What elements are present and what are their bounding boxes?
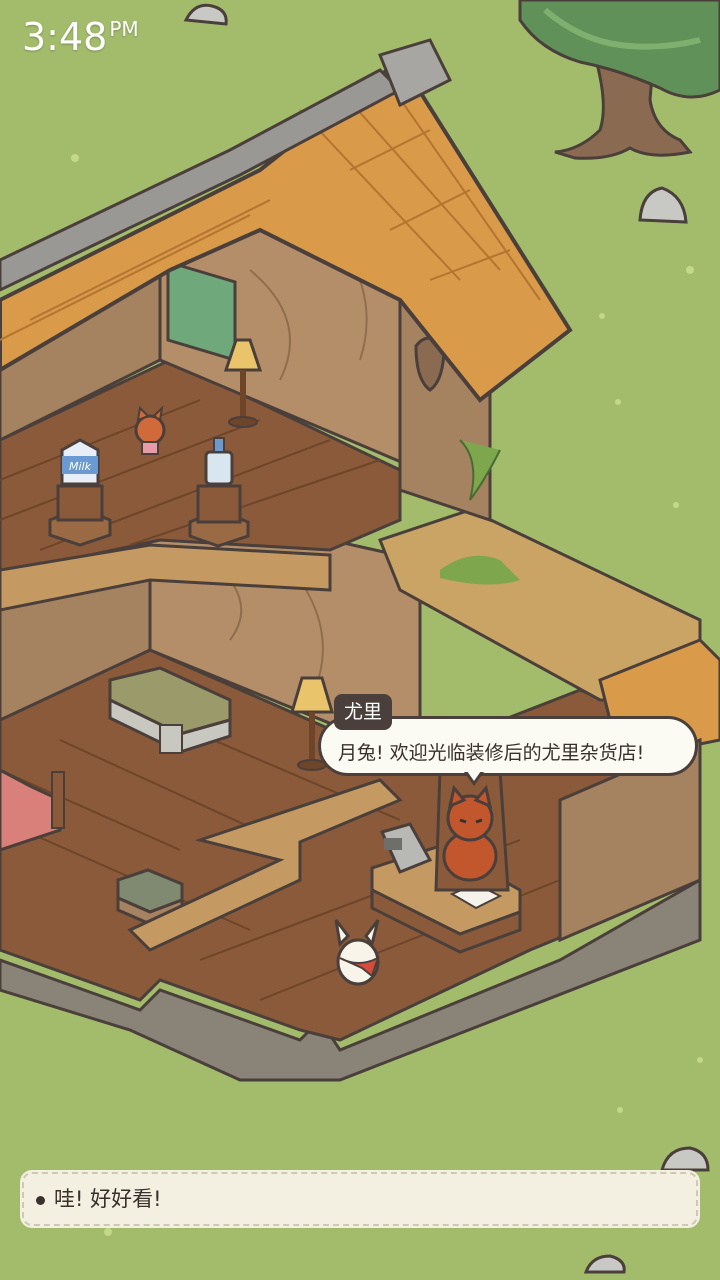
dialogue-line: 月兔! 欢迎光临装修后的尤里杂货店!	[338, 742, 645, 764]
reply-option-button[interactable]: 哇! 好好看!	[22, 1172, 698, 1226]
milk-carton[interactable]: Milk	[60, 438, 100, 486]
pedestal-right	[188, 484, 250, 548]
milk-label: Milk	[69, 460, 92, 473]
shopkeeper-cat-yuri[interactable]	[434, 768, 510, 892]
clock-ampm: PM	[109, 17, 139, 41]
pedestal-left	[48, 484, 112, 547]
reply-option-text: 哇! 好好看!	[54, 1187, 162, 1211]
status-clock: 3:48 PM	[22, 14, 139, 60]
game-scene[interactable]: Milk	[0, 0, 720, 1280]
clock-time: 3:48	[22, 15, 108, 59]
speaker-name-tag: 尤里	[334, 694, 393, 730]
bullet-icon	[36, 1196, 45, 1205]
speech-bubble-tail-fill	[467, 771, 481, 781]
